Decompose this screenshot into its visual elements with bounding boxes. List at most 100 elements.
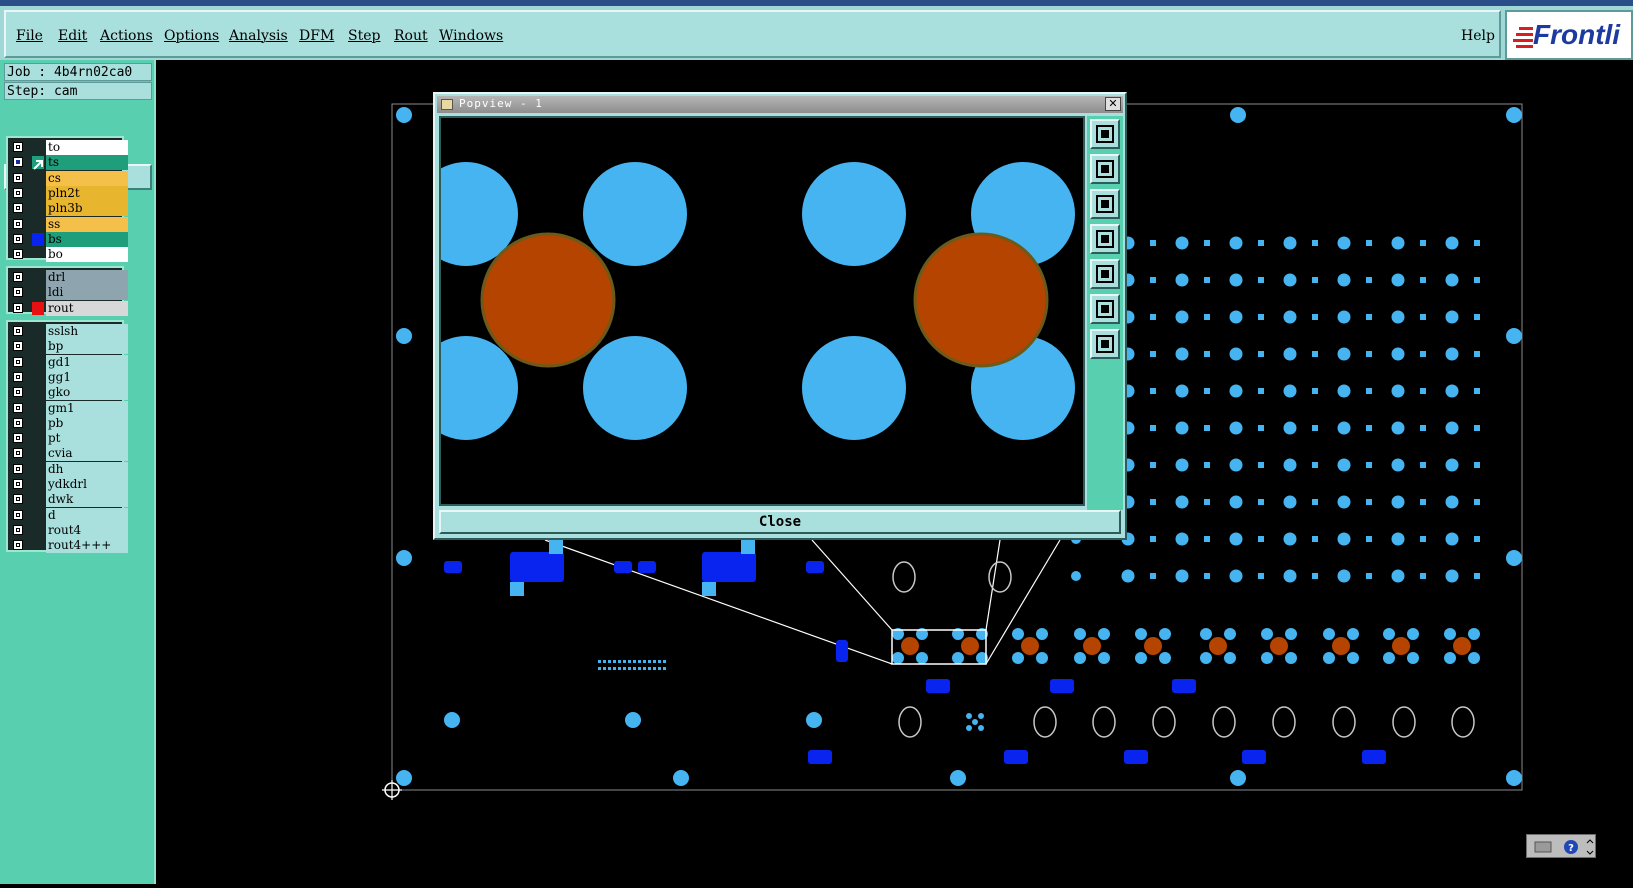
menu-rout[interactable]: Rout <box>394 28 428 44</box>
layer-name[interactable]: bo <box>46 247 128 263</box>
layer-checkbox[interactable] <box>13 172 23 183</box>
layer-row-bs[interactable]: bs <box>10 231 128 247</box>
layer-checkbox[interactable] <box>13 356 23 367</box>
layer-row-dh[interactable]: dh <box>10 461 128 477</box>
layer-row-rout[interactable]: rout <box>10 300 128 316</box>
menu-actions[interactable]: Actions <box>100 28 153 44</box>
layer-checkbox[interactable] <box>13 494 23 505</box>
layer-name[interactable]: dwk <box>46 492 128 508</box>
layer-row-bp[interactable]: bp <box>10 339 128 355</box>
layer-checkbox[interactable] <box>13 272 23 282</box>
layer-checkbox[interactable] <box>13 142 23 152</box>
layer-name[interactable]: cvia <box>46 446 128 462</box>
menu-file[interactable]: File <box>16 28 43 44</box>
layer-checkbox[interactable] <box>13 387 23 398</box>
layer-row-d[interactable]: d <box>10 507 128 523</box>
layer-row-drl[interactable]: drl <box>10 270 128 285</box>
pan-left-icon[interactable] <box>1090 224 1120 254</box>
layer-checkbox[interactable] <box>13 371 23 382</box>
menu-windows[interactable]: Windows <box>439 28 503 44</box>
layer-checkbox[interactable] <box>13 203 23 214</box>
close-button[interactable]: Close <box>439 510 1121 534</box>
layer-checkbox[interactable] <box>13 341 23 352</box>
layer-name[interactable]: pb <box>46 415 128 431</box>
pan-right-icon[interactable] <box>1090 259 1120 289</box>
menu-dfm[interactable]: DFM <box>299 28 334 44</box>
zoom-window-icon[interactable] <box>1090 119 1120 149</box>
menu-help[interactable]: Help <box>1461 28 1495 44</box>
layer-name[interactable]: drl <box>46 270 128 285</box>
menu-step[interactable]: Step <box>348 28 380 44</box>
layer-checkbox[interactable] <box>13 187 23 198</box>
window-menu-icon[interactable] <box>441 99 453 110</box>
layer-row-pb[interactable]: pb <box>10 415 128 431</box>
layer-name[interactable]: bs <box>46 231 128 247</box>
status-widget[interactable]: ? <box>1526 834 1596 858</box>
layer-name[interactable]: to <box>46 140 128 155</box>
menu-analysis[interactable]: Analysis <box>229 28 288 44</box>
layer-checkbox[interactable] <box>13 287 23 298</box>
layer-checkbox[interactable] <box>13 540 23 551</box>
layer-checkbox[interactable] <box>13 218 23 229</box>
layer-row-ldi[interactable]: ldi <box>10 285 128 301</box>
layer-name[interactable]: ldi <box>46 285 128 301</box>
layer-row-ss[interactable]: ss <box>10 216 128 232</box>
layer-row-sslsh[interactable]: sslsh <box>10 324 128 339</box>
layer-checkbox[interactable] <box>13 448 23 459</box>
layer-name[interactable]: pln3b <box>46 201 128 217</box>
layer-checkbox[interactable] <box>13 509 23 520</box>
layer-checkbox[interactable] <box>13 479 23 489</box>
layer-row-cs[interactable]: cs <box>10 170 128 186</box>
layer-name[interactable]: gg1 <box>46 369 128 385</box>
menu-options[interactable]: Options <box>164 28 219 44</box>
layer-checkbox[interactable] <box>13 326 23 336</box>
popview-zoom-view[interactable] <box>439 116 1085 506</box>
pan-up-icon[interactable] <box>1090 154 1120 184</box>
layer-name[interactable]: cs <box>46 170 128 186</box>
layer-name[interactable]: rout4 <box>46 522 128 538</box>
layer-checkbox[interactable] <box>13 433 23 444</box>
layer-row-ydkdrl[interactable]: ydkdrl <box>10 477 128 492</box>
layer-checkbox[interactable] <box>13 157 23 168</box>
layer-row-pln3b[interactable]: pln3b <box>10 201 128 217</box>
layer-name[interactable]: gd1 <box>46 354 128 370</box>
pan-down-icon[interactable] <box>1090 189 1120 219</box>
layer-checkbox[interactable] <box>13 233 23 244</box>
layer-checkbox[interactable] <box>13 463 23 474</box>
close-icon[interactable]: ✕ <box>1105 97 1121 111</box>
layer-name[interactable]: pln2t <box>46 185 128 201</box>
layer-checkbox[interactable] <box>13 249 23 260</box>
layer-name[interactable]: ts <box>46 155 128 171</box>
layer-name[interactable]: d <box>46 507 128 523</box>
layer-row-rout4[interactable]: rout4 <box>10 522 128 538</box>
layer-checkbox[interactable] <box>13 302 23 313</box>
layer-row-dwk[interactable]: dwk <box>10 492 128 508</box>
layer-name[interactable]: pt <box>46 431 128 447</box>
layer-row-gd1[interactable]: gd1 <box>10 354 128 370</box>
layer-row-cvia[interactable]: cvia <box>10 446 128 462</box>
layer-row-gko[interactable]: gko <box>10 385 128 401</box>
layer-name[interactable]: ss <box>46 216 128 232</box>
layer-name[interactable]: rout <box>46 300 128 316</box>
layer-row-ts[interactable]: ts <box>10 155 128 171</box>
layer-row-rout4[interactable]: rout4+++ <box>10 538 128 554</box>
menu-edit[interactable]: Edit <box>58 28 87 44</box>
popview-titlebar[interactable]: Popview - 1 ✕ <box>437 96 1123 113</box>
layer-row-pln2t[interactable]: pln2t <box>10 185 128 201</box>
layer-row-gg1[interactable]: gg1 <box>10 369 128 385</box>
layer-checkbox[interactable] <box>13 417 23 428</box>
layer-checkbox[interactable] <box>13 524 23 535</box>
layer-name[interactable]: gm1 <box>46 400 128 416</box>
layer-name[interactable]: bp <box>46 339 128 355</box>
zoom-fit-icon[interactable] <box>1090 294 1120 324</box>
layer-name[interactable]: sslsh <box>46 324 128 339</box>
layer-row-gm1[interactable]: gm1 <box>10 400 128 416</box>
layer-name[interactable]: gko <box>46 385 128 401</box>
layer-row-pt[interactable]: pt <box>10 431 128 447</box>
layer-name[interactable]: rout4+++ <box>46 538 128 554</box>
layer-checkbox[interactable] <box>13 402 23 413</box>
layer-name[interactable]: dh <box>46 461 128 477</box>
layer-row-bo[interactable]: bo <box>10 247 128 263</box>
zoom-home-icon[interactable] <box>1090 329 1120 359</box>
layer-name[interactable]: ydkdrl <box>46 477 128 492</box>
